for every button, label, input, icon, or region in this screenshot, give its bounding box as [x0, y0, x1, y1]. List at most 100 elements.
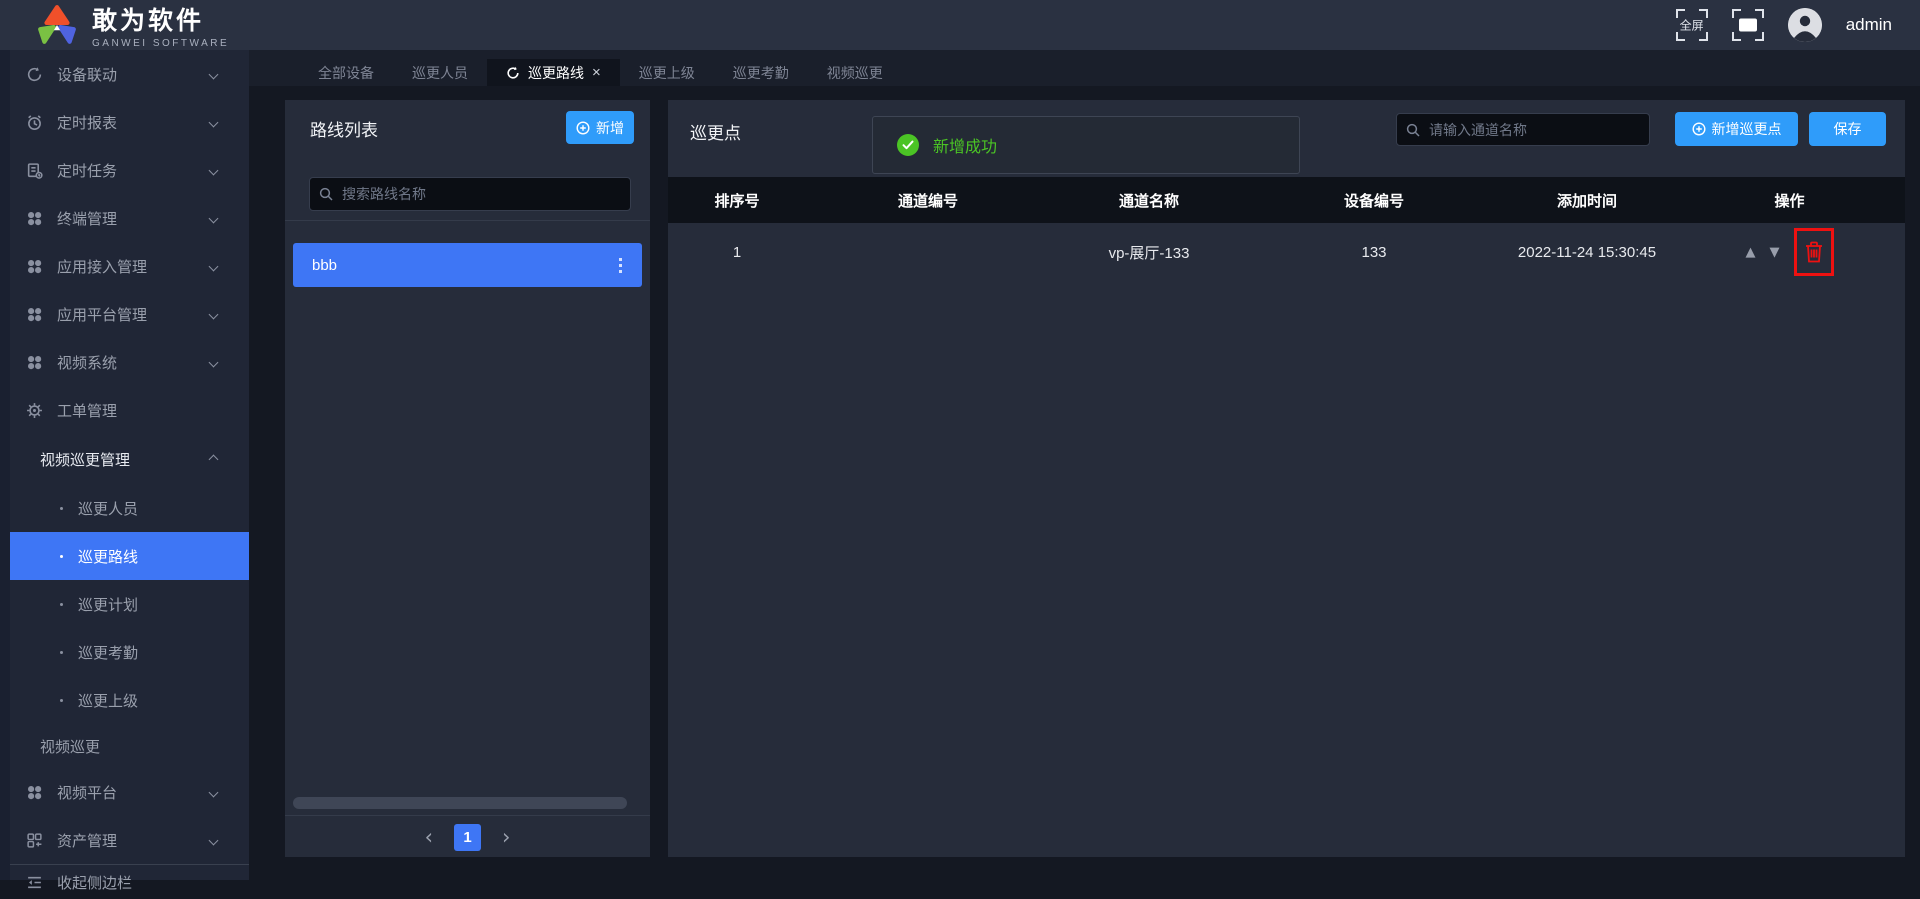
brand-name: 敢为软件 — [92, 7, 205, 35]
search-icon — [319, 187, 333, 201]
fullscreen-label: 全屏 — [1679, 18, 1704, 33]
save-button[interactable]: 保存 — [1809, 112, 1886, 146]
tab-label: 巡更上级 — [638, 64, 695, 81]
grid-icon — [25, 783, 43, 801]
sidebar-item-video-system[interactable]: 视频系统 — [0, 338, 249, 386]
sidebar-subitem-patrol-attendance[interactable]: 巡更考勤 — [0, 628, 249, 676]
collapse-sidebar-label: 收起侧边栏 — [57, 874, 133, 892]
add-route-label: 新增 — [596, 119, 624, 136]
sidebar-item-label: 终端管理 — [57, 210, 118, 228]
sidebar-scroll-track[interactable] — [0, 50, 10, 880]
sidebar-item-video-platform[interactable]: 视频平台 — [0, 768, 249, 816]
chevron-down-icon — [208, 117, 219, 127]
route-search-input[interactable] — [309, 177, 631, 211]
tab-patrol-personnel[interactable]: 巡更人员 — [393, 59, 487, 86]
table-header: 排序号 通道编号 通道名称 设备编号 添加时间 操作 — [668, 177, 1905, 223]
sidebar-item-asset-mgmt[interactable]: 资产管理 — [0, 816, 249, 864]
cell-added-time: 2022-11-24 15:30:45 — [1517, 243, 1657, 261]
col-header-channel-name: 通道名称 — [1118, 192, 1179, 210]
divider — [285, 815, 650, 816]
table-row: 1 vp-展厅-133 133 2022-11-24 15:30:45 ▲ ▼ — [668, 223, 1905, 281]
sidebar-subitem-label: 巡更上级 — [78, 692, 139, 710]
brand-subtitle: GANWEI SOFTWARE — [92, 38, 230, 49]
tab-patrol-route[interactable]: 巡更路线 × — [487, 59, 620, 86]
move-up-icon[interactable]: ▲ — [1746, 245, 1756, 260]
sidebar: 设备联动 定时报表 定时任务 终端管理 应用接入管理 应用平台管理 视频系统 工… — [0, 50, 249, 892]
sidebar-subitem-patrol-route[interactable]: 巡更路线 — [0, 532, 249, 580]
prev-page-button[interactable]: ‹ — [425, 826, 433, 848]
search-icon — [1406, 123, 1420, 137]
add-patrol-point-button[interactable]: 新增巡更点 — [1675, 112, 1798, 146]
sidebar-item-app-access-mgmt[interactable]: 应用接入管理 — [0, 242, 249, 290]
chevron-down-icon — [208, 835, 219, 845]
cell-device-no: 133 — [1361, 243, 1387, 261]
route-list-panel: 路线列表 新增 bbb ‹ 1 › — [285, 100, 650, 857]
chevron-down-icon — [208, 213, 219, 223]
username[interactable]: admin — [1846, 15, 1892, 35]
refresh-icon[interactable] — [506, 66, 520, 80]
sidebar-item-device-linkage[interactable]: 设备联动 — [0, 50, 249, 98]
brand-logo-icon — [38, 5, 76, 44]
plus-circle-icon — [576, 120, 590, 135]
sidebar-subitem-patrol-plan[interactable]: 巡更计划 — [0, 580, 249, 628]
chevron-down-icon — [208, 357, 219, 367]
patrol-point-panel: 巡更点 新增成功 新增巡更点 保存 排序号 通道编号 通道名称 设备编号 添加时… — [668, 100, 1905, 857]
tabbar: 全部设备 巡更人员 巡更路线 × 巡更上级 巡更考勤 视频巡更 — [249, 50, 1920, 86]
sidebar-subitem-label: 巡更考勤 — [78, 644, 139, 662]
sidebar-item-scheduled-tasks[interactable]: 定时任务 — [0, 146, 249, 194]
success-check-icon — [897, 134, 919, 156]
route-list-item[interactable]: bbb — [293, 243, 642, 287]
grid-icon — [25, 353, 43, 371]
col-header-device-no: 设备编号 — [1343, 192, 1404, 210]
bullet-icon — [60, 554, 63, 558]
sidebar-item-work-order-mgmt[interactable]: 工单管理 — [0, 386, 249, 434]
fullscreen-icon[interactable] — [1731, 9, 1764, 41]
tab-label: 巡更人员 — [412, 64, 468, 81]
col-header-order: 排序号 — [714, 192, 760, 210]
horizontal-scrollbar[interactable] — [293, 797, 627, 809]
cell-order: 1 — [732, 243, 742, 261]
sidebar-group-video-patrol[interactable]: 视频巡更 — [0, 724, 249, 768]
task-icon — [25, 161, 43, 179]
page-number[interactable]: 1 — [454, 823, 481, 851]
clock-icon — [25, 113, 43, 131]
tab-patrol-superior[interactable]: 巡更上级 — [620, 59, 714, 86]
route-search — [309, 177, 631, 211]
sidebar-subitem-patrol-personnel[interactable]: 巡更人员 — [0, 484, 249, 532]
sidebar-item-scheduled-reports[interactable]: 定时报表 — [0, 98, 249, 146]
channel-search-input[interactable] — [1396, 113, 1650, 146]
chevron-down-icon — [208, 69, 219, 79]
next-page-button[interactable]: › — [502, 826, 510, 848]
route-name: bbb — [312, 256, 338, 274]
asset-icon — [25, 831, 43, 849]
sidebar-group-video-patrol-mgmt[interactable]: 视频巡更管理 — [0, 434, 249, 484]
sidebar-subitem-patrol-superior[interactable]: 巡更上级 — [0, 676, 249, 724]
fullscreen-text-button[interactable]: 全屏 — [1675, 9, 1708, 41]
topbar: 敢为软件 GANWEI SOFTWARE 全屏 admin — [0, 0, 1920, 50]
sync-icon — [25, 65, 43, 83]
bullet-icon — [60, 698, 63, 702]
sidebar-item-terminal-mgmt[interactable]: 终端管理 — [0, 194, 249, 242]
sidebar-item-app-platform-mgmt[interactable]: 应用平台管理 — [0, 290, 249, 338]
annotation-highlight-box[interactable] — [1793, 228, 1834, 276]
cell-actions: ▲ ▼ — [1674, 228, 1905, 276]
add-patrol-point-label: 新增巡更点 — [1711, 121, 1782, 137]
grid-icon — [25, 257, 43, 275]
collapse-sidebar-button[interactable]: 收起侧边栏 — [0, 865, 249, 899]
tab-video-patrol[interactable]: 视频巡更 — [808, 59, 902, 86]
sidebar-subitem-label: 巡更路线 — [78, 548, 139, 566]
sidebar-item-label: 应用平台管理 — [57, 306, 148, 324]
more-options-icon[interactable] — [615, 254, 626, 277]
avatar[interactable] — [1787, 8, 1822, 42]
bullet-icon — [60, 650, 63, 654]
close-icon[interactable]: × — [592, 65, 601, 80]
tab-patrol-attendance[interactable]: 巡更考勤 — [714, 59, 808, 86]
chevron-down-icon — [208, 261, 219, 271]
chevron-down-icon — [208, 309, 219, 319]
success-toast: 新增成功 — [872, 116, 1300, 174]
tab-all-devices[interactable]: 全部设备 — [299, 59, 393, 86]
delete-trash-icon[interactable] — [1804, 240, 1824, 264]
move-down-icon[interactable]: ▼ — [1770, 245, 1780, 260]
grid-icon — [25, 305, 43, 323]
add-route-button[interactable]: 新增 — [566, 111, 634, 144]
